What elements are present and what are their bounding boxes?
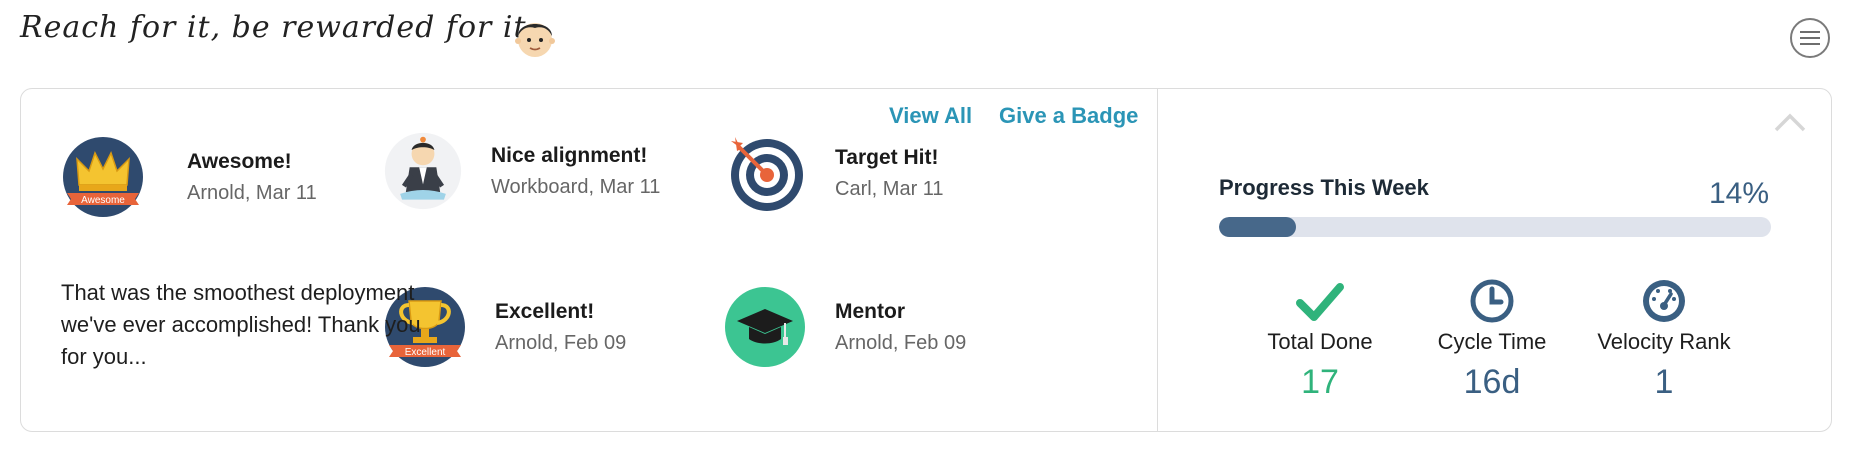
crown-badge-icon: Awesome bbox=[63, 137, 143, 217]
hamburger-menu-icon bbox=[1800, 31, 1820, 45]
stat-label: Total Done bbox=[1267, 329, 1373, 354]
stat-value: 1 bbox=[1654, 363, 1674, 401]
progress-percent: 14% bbox=[1708, 177, 1769, 210]
view-all-link[interactable]: View All bbox=[889, 103, 972, 129]
stat-cycle-time: Cycle Time 16d bbox=[1397, 277, 1587, 402]
badge-item-mentor[interactable]: Mentor Arnold, Feb 09 bbox=[723, 285, 966, 369]
tagline: Reach for it, be rewarded for it. bbox=[20, 10, 538, 45]
stat-value: 17 bbox=[1301, 363, 1339, 401]
panel-divider bbox=[1157, 89, 1158, 431]
badge-meta: Carl, Mar 11 bbox=[835, 177, 944, 200]
menu-button[interactable] bbox=[1790, 18, 1830, 58]
badge-title: Target Hit! bbox=[835, 145, 939, 169]
badge-ribbon-awesome: Awesome bbox=[81, 195, 125, 206]
badge-item-awesome[interactable]: Awesome Awesome! Arnold, Mar 11 bbox=[61, 135, 317, 219]
progress-title: Progress This Week bbox=[1219, 175, 1429, 200]
target-icon bbox=[731, 137, 803, 211]
badge-meta: Arnold, Feb 09 bbox=[835, 331, 967, 354]
graduation-cap-icon bbox=[725, 287, 805, 367]
stat-label: Velocity Rank bbox=[1597, 329, 1731, 354]
badge-title: Excellent! bbox=[495, 299, 595, 323]
stat-total-done: Total Done 17 bbox=[1225, 277, 1415, 402]
badge-title: Mentor bbox=[835, 299, 905, 323]
badge-meta: Arnold, Feb 09 bbox=[495, 331, 627, 354]
progress-bar-fill bbox=[1219, 217, 1297, 237]
badge-title: Awesome! bbox=[187, 149, 292, 173]
stat-label: Cycle Time bbox=[1437, 329, 1547, 354]
badge-title: Nice alignment! bbox=[491, 143, 648, 167]
badges-progress-card: View All Give a Badge Awesome Awesome! A… bbox=[20, 88, 1832, 432]
checkmark-icon bbox=[1296, 283, 1344, 321]
badge-item-target-hit[interactable]: Target Hit! Carl, Mar 11 bbox=[723, 131, 944, 215]
badge-meta: Workboard, Mar 11 bbox=[491, 175, 661, 198]
stat-value: 16d bbox=[1463, 363, 1521, 401]
badge-meta: Arnold, Mar 11 bbox=[187, 181, 317, 204]
badge-message: That was the smoothest deployment we've … bbox=[61, 280, 421, 369]
meditating-person-icon bbox=[384, 132, 462, 210]
avatar-face-icon bbox=[515, 23, 555, 57]
stat-velocity-rank: Velocity Rank 1 bbox=[1569, 277, 1759, 402]
give-badge-link[interactable]: Give a Badge bbox=[999, 103, 1138, 129]
progress-bar bbox=[1219, 217, 1771, 237]
chevron-up-icon[interactable] bbox=[1773, 111, 1807, 133]
speedometer-icon bbox=[1643, 280, 1685, 322]
clock-icon bbox=[1470, 279, 1514, 323]
badge-item-nice-alignment[interactable]: Nice alignment! Workboard, Mar 11 bbox=[383, 131, 660, 211]
